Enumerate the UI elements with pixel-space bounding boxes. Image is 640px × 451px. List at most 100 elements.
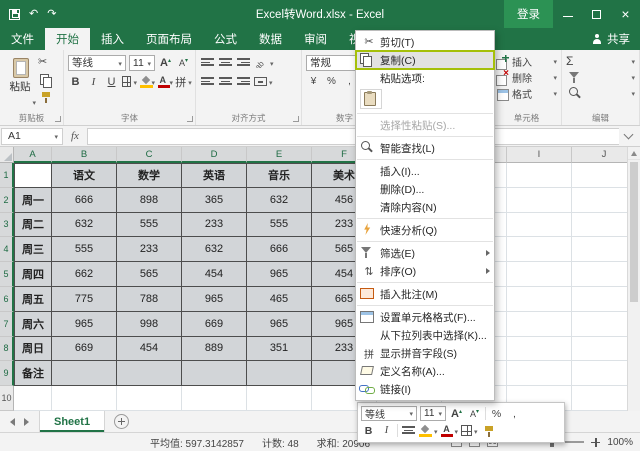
- cell-E3[interactable]: 555: [247, 212, 312, 238]
- cell-A3[interactable]: 周二: [14, 212, 52, 238]
- row-header-1[interactable]: 1: [0, 163, 14, 188]
- mini-font-name-select[interactable]: 等线: [361, 406, 417, 421]
- previous-sheet-icon[interactable]: [10, 417, 15, 426]
- cell-B1[interactable]: 语文: [52, 163, 117, 188]
- tab-insert[interactable]: 插入: [90, 28, 135, 50]
- menu-item-paste-keep-source[interactable]: [356, 87, 494, 111]
- row-header-9[interactable]: 9: [0, 361, 14, 387]
- align-top-button[interactable]: [200, 55, 215, 71]
- font-name-select[interactable]: 等线: [68, 54, 126, 71]
- scrollbar-thumb[interactable]: [630, 162, 638, 302]
- restore-button[interactable]: [582, 0, 611, 28]
- minimize-button[interactable]: [553, 0, 582, 28]
- cell-A2[interactable]: 周一: [14, 187, 52, 213]
- cell-I6[interactable]: [507, 286, 572, 312]
- menu-item-pick-from-list[interactable]: 从下拉列表中选择(K)...: [356, 326, 494, 344]
- row-header-6[interactable]: 6: [0, 286, 14, 312]
- cell-B9[interactable]: [52, 361, 117, 387]
- sheet-tab-Sheet1[interactable]: Sheet1: [39, 411, 106, 432]
- cell-B5[interactable]: 662: [52, 262, 117, 287]
- cell-D1[interactable]: 英语: [182, 163, 247, 188]
- delete-cells-button[interactable]: 删除: [496, 68, 557, 86]
- find-select-button[interactable]: [566, 85, 635, 101]
- cell-D2[interactable]: 365: [182, 187, 247, 213]
- cell-I8[interactable]: [507, 336, 572, 362]
- cell-B3[interactable]: 632: [52, 212, 117, 238]
- cell-E4[interactable]: 666: [247, 237, 312, 263]
- cell-E6[interactable]: 465: [247, 286, 312, 312]
- menu-item-clear-contents[interactable]: 清除内容(N): [356, 198, 494, 216]
- row-header-3[interactable]: 3: [0, 212, 14, 238]
- mini-decrease-font-button[interactable]: [467, 406, 482, 421]
- save-icon[interactable]: [9, 8, 20, 20]
- alignment-dialog-launcher[interactable]: [293, 116, 299, 122]
- formula-bar-expand-icon[interactable]: [623, 129, 634, 140]
- font-color-button[interactable]: [158, 74, 173, 90]
- cell-D8[interactable]: 889: [182, 336, 247, 362]
- decrease-font-button[interactable]: [176, 55, 191, 71]
- font-dialog-launcher[interactable]: [187, 116, 193, 122]
- cell-E10[interactable]: [247, 386, 312, 411]
- align-center-button[interactable]: [218, 74, 233, 90]
- cut-button[interactable]: [38, 56, 56, 70]
- menu-item-delete[interactable]: 删除(D)...: [356, 180, 494, 198]
- zoom-in-button[interactable]: [591, 437, 601, 447]
- cell-C1[interactable]: 数学: [117, 163, 182, 188]
- row-header-5[interactable]: 5: [0, 262, 14, 287]
- cell-E9[interactable]: [247, 361, 312, 387]
- cell-C6[interactable]: 788: [117, 286, 182, 312]
- cell-B4[interactable]: 555: [52, 237, 117, 263]
- mini-italic-button[interactable]: I: [379, 423, 394, 438]
- cell-E2[interactable]: 632: [247, 187, 312, 213]
- format-cells-button[interactable]: 格式: [496, 85, 557, 101]
- font-size-select[interactable]: 11: [128, 54, 155, 71]
- next-sheet-icon[interactable]: [24, 417, 29, 426]
- bold-button[interactable]: B: [68, 74, 83, 90]
- tab-review[interactable]: 审阅: [293, 28, 338, 50]
- cell-I5[interactable]: [507, 262, 572, 287]
- cell-A6[interactable]: 周五: [14, 286, 52, 312]
- mini-fill-color-button[interactable]: [419, 423, 438, 438]
- cell-A1[interactable]: [14, 163, 52, 188]
- cell-A7[interactable]: 周六: [14, 311, 52, 337]
- cell-D9[interactable]: [182, 361, 247, 387]
- cell-D10[interactable]: [182, 386, 247, 411]
- align-bottom-button[interactable]: [236, 55, 251, 71]
- cell-D6[interactable]: 965: [182, 286, 247, 312]
- cell-C5[interactable]: 565: [117, 262, 182, 287]
- mini-bold-button[interactable]: B: [361, 423, 376, 438]
- insert-function-button[interactable]: fx: [63, 130, 87, 142]
- column-header-A[interactable]: A: [14, 147, 52, 163]
- cell-I3[interactable]: [507, 212, 572, 238]
- mini-font-color-button[interactable]: [440, 423, 459, 438]
- share-button[interactable]: 共享: [582, 28, 640, 50]
- cell-A9[interactable]: 备注: [14, 361, 52, 387]
- menu-item-show-phonetic[interactable]: 显示拼音字段(S): [356, 344, 494, 362]
- cell-C10[interactable]: [117, 386, 182, 411]
- row-header-2[interactable]: 2: [0, 187, 14, 213]
- zoom-level[interactable]: 100%: [607, 437, 633, 448]
- autosum-button[interactable]: [566, 53, 635, 69]
- cell-I1[interactable]: [507, 163, 572, 188]
- borders-button[interactable]: [122, 74, 137, 90]
- menu-item-quick-analysis[interactable]: 快速分析(Q): [356, 221, 494, 239]
- cell-E7[interactable]: 965: [247, 311, 312, 337]
- underline-button[interactable]: U: [104, 74, 119, 90]
- column-header-D[interactable]: D: [182, 147, 247, 163]
- redo-icon[interactable]: ↷: [47, 8, 56, 20]
- menu-item-paste-options[interactable]: 粘贴选项:: [356, 69, 494, 87]
- fill-color-button[interactable]: [140, 74, 155, 90]
- menu-item-define-name[interactable]: 定义名称(A)...: [356, 362, 494, 380]
- cell-E1[interactable]: 音乐: [247, 163, 312, 188]
- cell-I2[interactable]: [507, 187, 572, 213]
- cell-D4[interactable]: 632: [182, 237, 247, 263]
- tab-formulas[interactable]: 公式: [203, 28, 248, 50]
- increase-font-button[interactable]: [158, 55, 173, 71]
- mini-align-center-button[interactable]: [401, 423, 416, 438]
- column-header-E[interactable]: E: [247, 147, 312, 163]
- align-right-button[interactable]: [236, 74, 251, 90]
- percent-button[interactable]: %: [324, 74, 339, 90]
- menu-item-smart-lookup[interactable]: 智能查找(L): [356, 139, 494, 157]
- merge-center-button[interactable]: [254, 74, 273, 90]
- paste-button[interactable]: 粘贴: [4, 53, 36, 111]
